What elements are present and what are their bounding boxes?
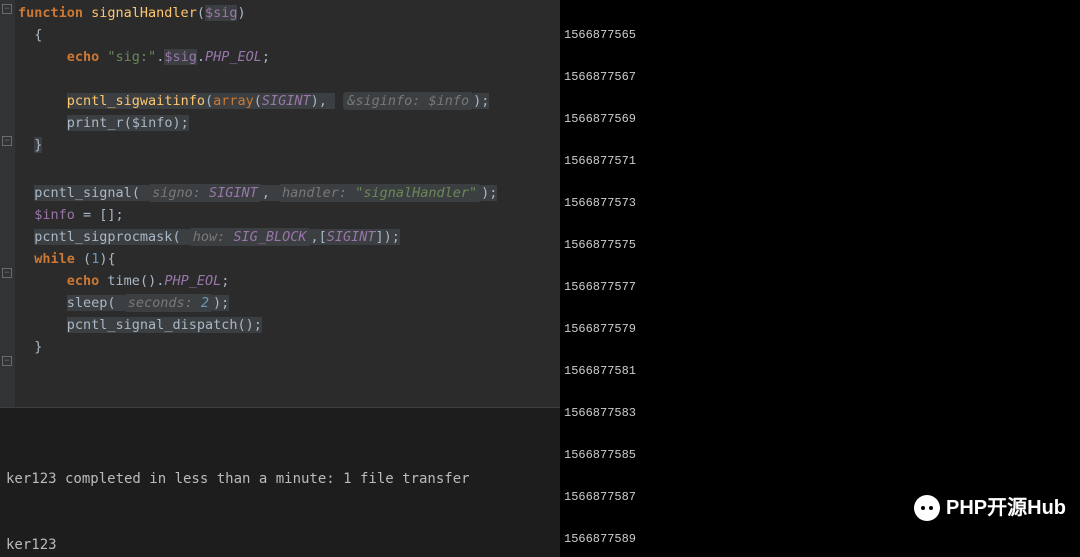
terminal-line: 1566877573 xyxy=(564,196,1076,210)
watermark-text: PHP开源Hub xyxy=(946,501,1066,515)
terminal-line: 1566877565 xyxy=(564,28,1076,42)
terminal-line: 1566877581 xyxy=(564,364,1076,378)
terminal-line: 1566877567 xyxy=(564,70,1076,84)
watermark: PHP开源Hub xyxy=(914,495,1066,521)
wechat-icon xyxy=(914,495,940,521)
terminal-line: 1566877579 xyxy=(564,322,1076,336)
terminal-line: 1566877577 xyxy=(564,280,1076,294)
terminal-line: ker123 xyxy=(6,534,554,556)
terminal-line: 1566877575 xyxy=(564,238,1076,252)
terminal-line: 1566877569 xyxy=(564,112,1076,126)
fold-toggle-icon[interactable]: − xyxy=(2,268,12,278)
fold-toggle-icon[interactable]: − xyxy=(2,356,12,366)
terminal-line: 1566877589 xyxy=(564,532,1076,546)
fold-toggle-icon[interactable]: − xyxy=(2,136,12,146)
editor-gutter: − − − − xyxy=(0,0,15,407)
code-editor[interactable]: − − − − function signalHandler($sig) { e… xyxy=(0,0,560,407)
terminal-line: 1566877583 xyxy=(564,406,1076,420)
terminal-line: 1566877571 xyxy=(564,154,1076,168)
terminal-output-right[interactable]: 1566877565 1566877567 1566877569 1566877… xyxy=(560,0,1080,557)
terminal-line: 1566877585 xyxy=(564,448,1076,462)
code-content[interactable]: function signalHandler($sig) { echo "sig… xyxy=(0,0,560,358)
fold-toggle-icon[interactable]: − xyxy=(2,4,12,14)
editor-pane: − − − − function signalHandler($sig) { e… xyxy=(0,0,560,557)
terminal-line: ker123 completed in less than a minute: … xyxy=(6,468,554,490)
terminal-output-left[interactable]: ker123 completed in less than a minute: … xyxy=(0,407,560,557)
